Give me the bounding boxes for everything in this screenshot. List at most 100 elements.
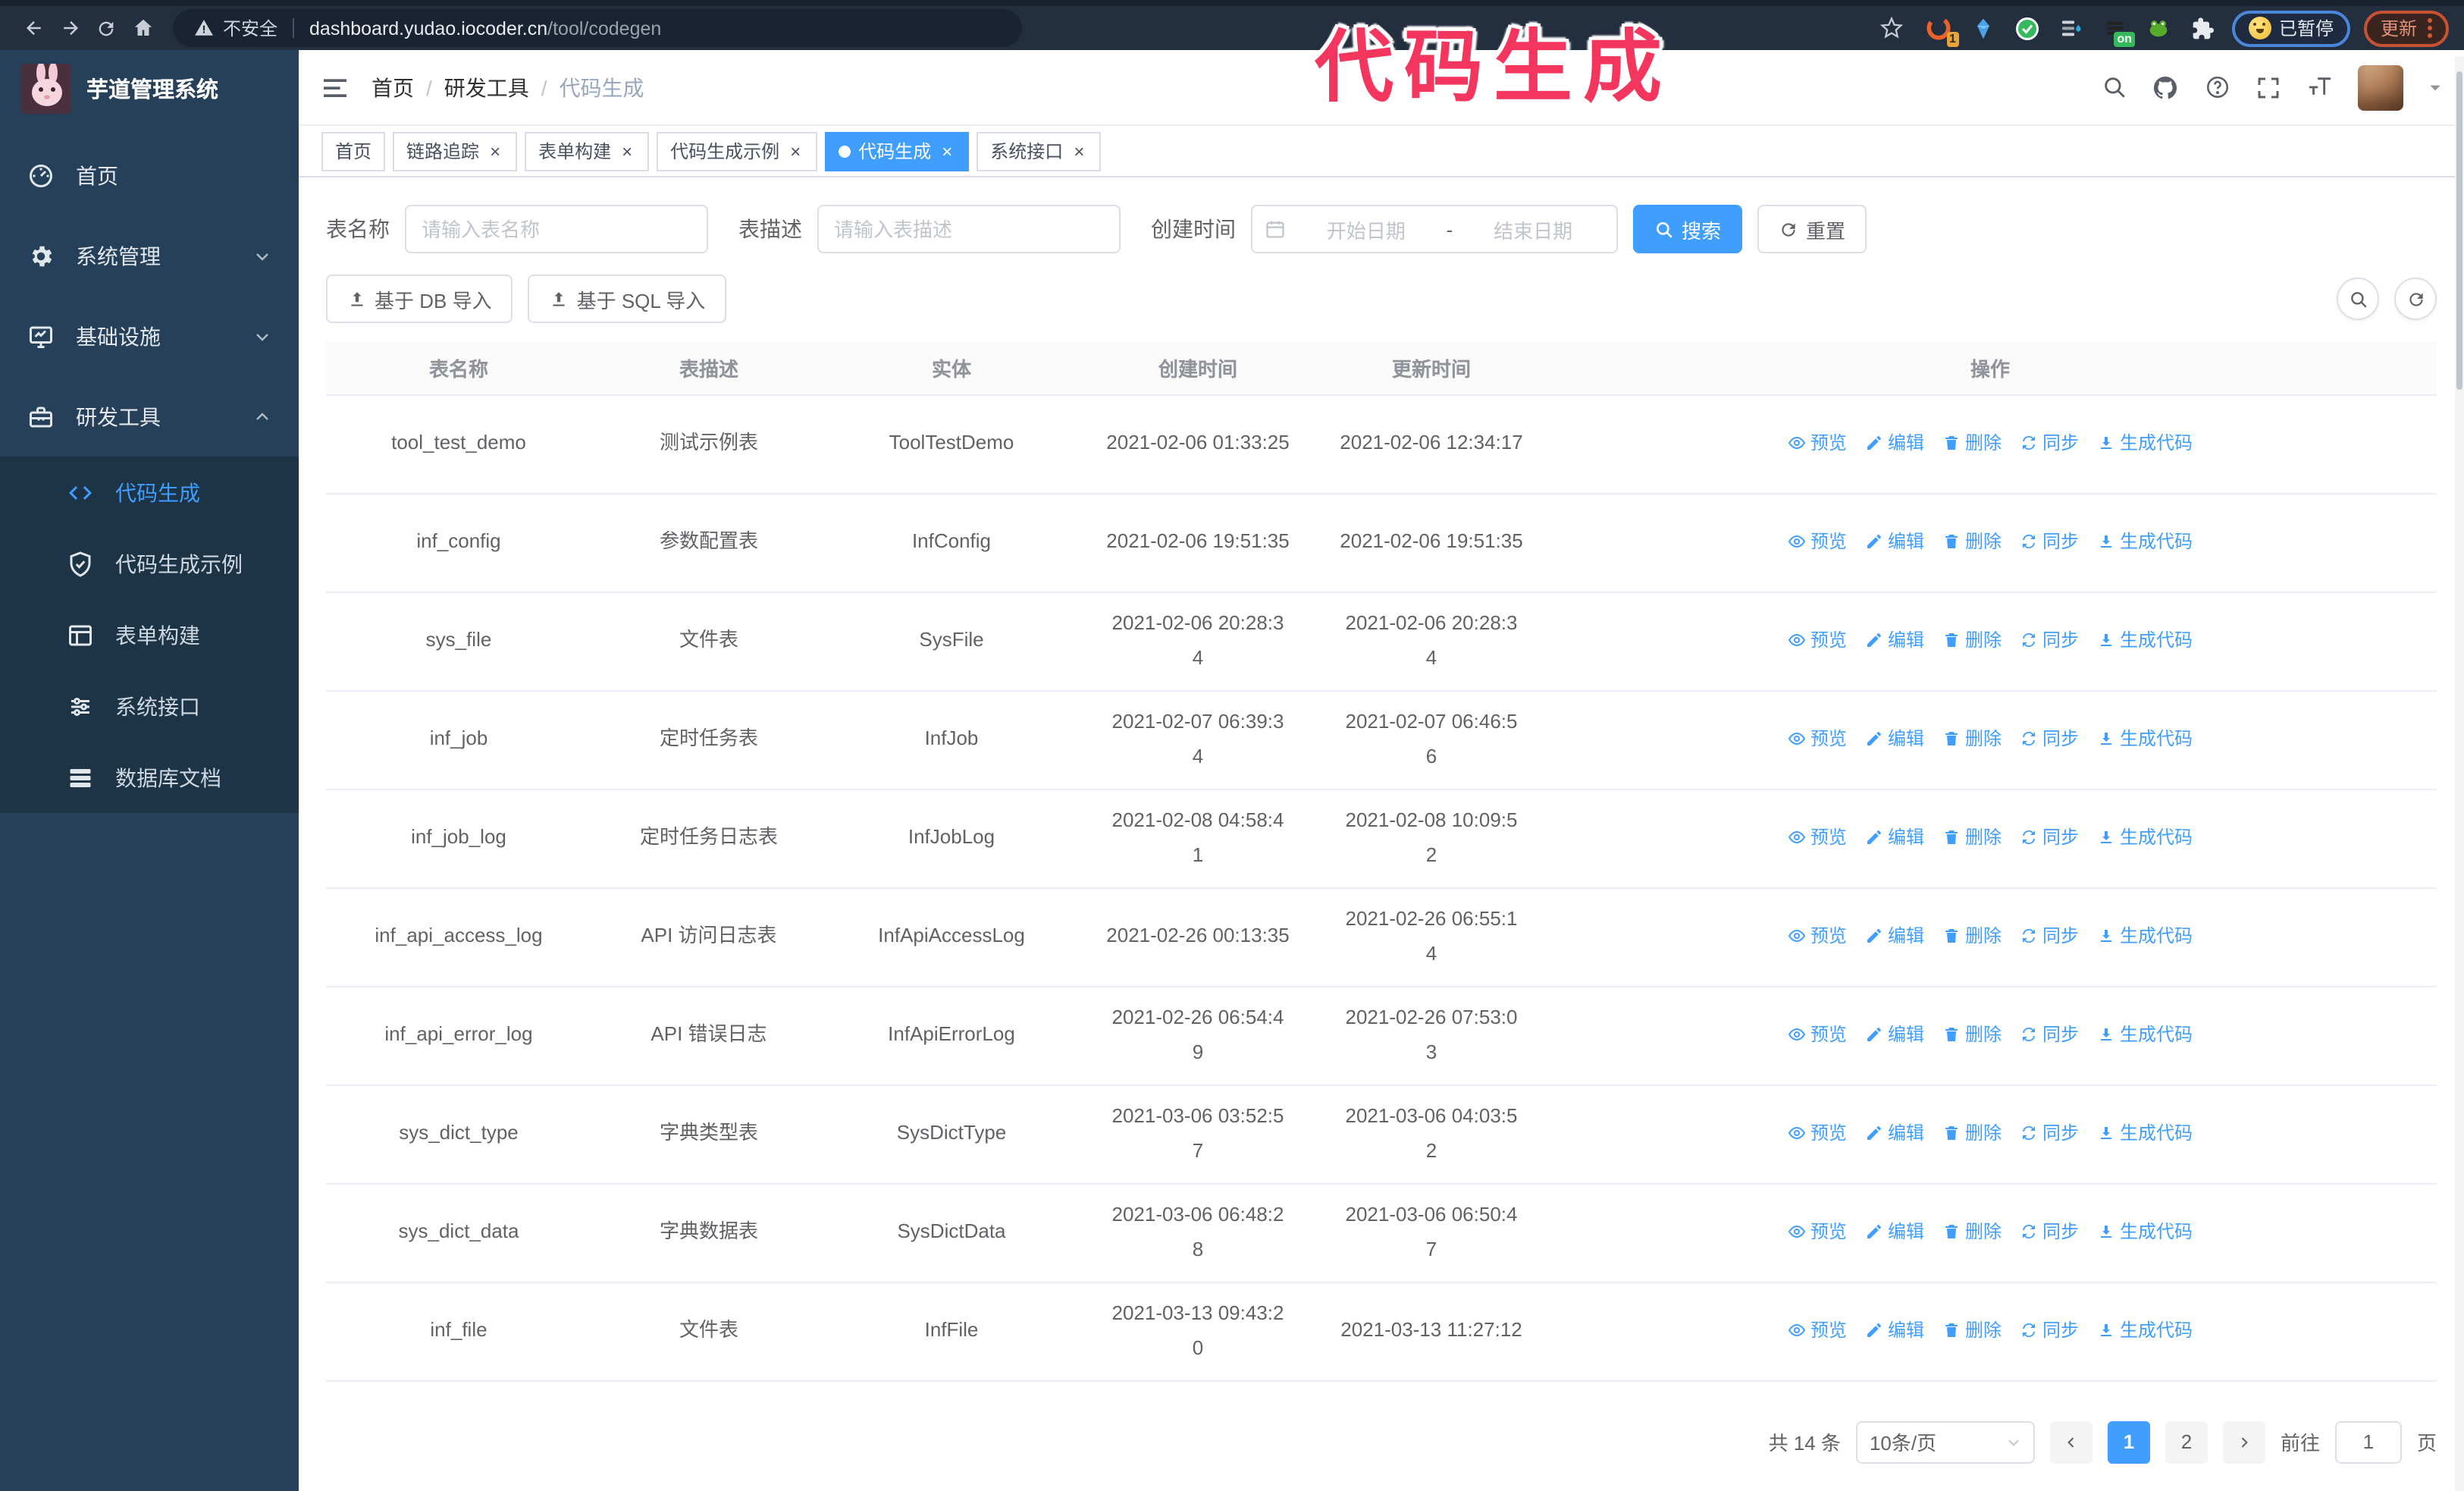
edit-link[interactable]: 编辑: [1865, 724, 1924, 755]
browser-update-button[interactable]: 更新: [2363, 10, 2449, 46]
table-desc-input[interactable]: [817, 205, 1121, 253]
delete-link[interactable]: 删除: [1942, 1119, 2002, 1150]
extension-dark-icon[interactable]: on: [2100, 13, 2135, 46]
delete-link[interactable]: 删除: [1942, 921, 2002, 953]
sidebar-item-db-doc[interactable]: 数据库文档: [0, 742, 299, 813]
extension-gem-icon[interactable]: [1968, 13, 1998, 43]
extensions-puzzle-icon[interactable]: [2188, 13, 2218, 43]
chevron-down-icon[interactable]: [2428, 80, 2443, 95]
generate-link[interactable]: 生成代码: [2097, 1217, 2193, 1248]
edit-link[interactable]: 编辑: [1865, 1020, 1924, 1051]
generate-link[interactable]: 生成代码: [2097, 1020, 2193, 1051]
scrollbar-thumb[interactable]: [2456, 71, 2462, 390]
preview-link[interactable]: 预览: [1788, 626, 1847, 657]
sync-link[interactable]: 同步: [2020, 1119, 2079, 1150]
generate-link[interactable]: 生成代码: [2097, 724, 2193, 755]
tab-close-icon[interactable]: ×: [939, 140, 955, 162]
extension-vue-devtools-icon[interactable]: [2012, 13, 2042, 43]
sync-link[interactable]: 同步: [2020, 1217, 2079, 1248]
extension-sliders-icon[interactable]: [2056, 13, 2086, 43]
bookmark-star-button[interactable]: [1874, 10, 1911, 46]
tab-链路追踪[interactable]: 链路追踪 ×: [393, 131, 518, 171]
table-name-input[interactable]: [405, 205, 708, 253]
delete-link[interactable]: 删除: [1942, 1217, 2002, 1248]
header-search-button[interactable]: [2100, 74, 2127, 101]
next-page-button[interactable]: [2222, 1420, 2265, 1463]
logo-row[interactable]: 芋道管理系统: [0, 50, 299, 126]
edit-link[interactable]: 编辑: [1865, 428, 1924, 460]
extension-green-animal-icon[interactable]: [2144, 13, 2174, 43]
tab-首页[interactable]: 首页: [321, 131, 386, 171]
preview-link[interactable]: 预览: [1788, 1020, 1847, 1051]
tab-close-icon[interactable]: ×: [487, 140, 503, 162]
import-sql-button[interactable]: 基于 SQL 导入: [528, 275, 727, 323]
sidebar-item-codegen-example[interactable]: 代码生成示例: [0, 528, 299, 599]
edit-link[interactable]: 编辑: [1865, 1119, 1924, 1150]
delete-link[interactable]: 删除: [1942, 724, 2002, 755]
font-size-button[interactable]: [2306, 74, 2334, 101]
extension-orange-icon[interactable]: 1: [1924, 13, 1959, 46]
generate-link[interactable]: 生成代码: [2097, 1119, 2193, 1150]
sidebar-item-system-api[interactable]: 系统接口: [0, 670, 299, 742]
sync-link[interactable]: 同步: [2020, 823, 2079, 854]
delete-link[interactable]: 删除: [1942, 1020, 2002, 1051]
page-button-1[interactable]: 1: [2107, 1420, 2150, 1463]
delete-link[interactable]: 删除: [1942, 823, 2002, 854]
tab-代码生成[interactable]: 代码生成 ×: [825, 131, 970, 171]
sync-link[interactable]: 同步: [2020, 626, 2079, 657]
sync-link[interactable]: 同步: [2020, 1316, 2079, 1347]
generate-link[interactable]: 生成代码: [2097, 1316, 2193, 1347]
help-button[interactable]: [2203, 74, 2230, 101]
sidebar-item-dev-tools[interactable]: 研发工具: [0, 376, 299, 457]
sidebar-item-infrastructure[interactable]: 基础设施: [0, 296, 299, 376]
edit-link[interactable]: 编辑: [1865, 626, 1924, 657]
edit-link[interactable]: 编辑: [1865, 1217, 1924, 1248]
preview-link[interactable]: 预览: [1788, 724, 1847, 755]
tab-表单构建[interactable]: 表单构建 ×: [525, 131, 650, 171]
page-button-2[interactable]: 2: [2165, 1420, 2208, 1463]
kebab-menu-icon[interactable]: [2428, 18, 2432, 38]
delete-link[interactable]: 删除: [1942, 428, 2002, 460]
prev-page-button[interactable]: [2049, 1420, 2093, 1463]
preview-link[interactable]: 预览: [1788, 1119, 1847, 1150]
paused-extension-pill[interactable]: 已暂停: [2231, 10, 2350, 46]
edit-link[interactable]: 编辑: [1865, 921, 1924, 953]
github-link[interactable]: [2152, 74, 2179, 101]
fullscreen-button[interactable]: [2255, 74, 2282, 101]
breadcrumb-home[interactable]: 首页: [371, 72, 414, 102]
generate-link[interactable]: 生成代码: [2097, 527, 2193, 558]
generate-link[interactable]: 生成代码: [2097, 626, 2193, 657]
tab-代码生成示例[interactable]: 代码生成示例 ×: [657, 131, 818, 171]
generate-link[interactable]: 生成代码: [2097, 428, 2193, 460]
delete-link[interactable]: 删除: [1942, 626, 2002, 657]
browser-back-button[interactable]: [15, 10, 52, 46]
edit-link[interactable]: 编辑: [1865, 823, 1924, 854]
tab-close-icon[interactable]: ×: [787, 140, 804, 162]
preview-link[interactable]: 预览: [1788, 921, 1847, 953]
browser-reload-button[interactable]: [88, 10, 124, 46]
preview-link[interactable]: 预览: [1788, 823, 1847, 854]
hamburger-icon[interactable]: [320, 72, 350, 102]
sync-link[interactable]: 同步: [2020, 1020, 2079, 1051]
preview-link[interactable]: 预览: [1788, 428, 1847, 460]
preview-link[interactable]: 预览: [1788, 527, 1847, 558]
sync-link[interactable]: 同步: [2020, 724, 2079, 755]
date-range-picker[interactable]: 开始日期 - 结束日期: [1251, 205, 1618, 253]
sidebar-item-codegen[interactable]: 代码生成: [0, 457, 299, 528]
tab-close-icon[interactable]: ×: [619, 140, 635, 162]
refresh-table-button[interactable]: [2394, 278, 2437, 320]
generate-link[interactable]: 生成代码: [2097, 823, 2193, 854]
preview-link[interactable]: 预览: [1788, 1217, 1847, 1248]
tab-close-icon[interactable]: ×: [1071, 140, 1087, 162]
search-button[interactable]: 搜索: [1633, 205, 1743, 253]
sidebar-item-home[interactable]: 首页: [0, 135, 299, 215]
toggle-search-button[interactable]: [2337, 278, 2379, 320]
edit-link[interactable]: 编辑: [1865, 1316, 1924, 1347]
user-avatar[interactable]: [2358, 64, 2403, 110]
edit-link[interactable]: 编辑: [1865, 527, 1924, 558]
delete-link[interactable]: 删除: [1942, 1316, 2002, 1347]
page-scrollbar[interactable]: [2455, 56, 2464, 1491]
generate-link[interactable]: 生成代码: [2097, 921, 2193, 953]
goto-page-input[interactable]: [2334, 1420, 2402, 1463]
tab-系统接口[interactable]: 系统接口 ×: [977, 131, 1102, 171]
